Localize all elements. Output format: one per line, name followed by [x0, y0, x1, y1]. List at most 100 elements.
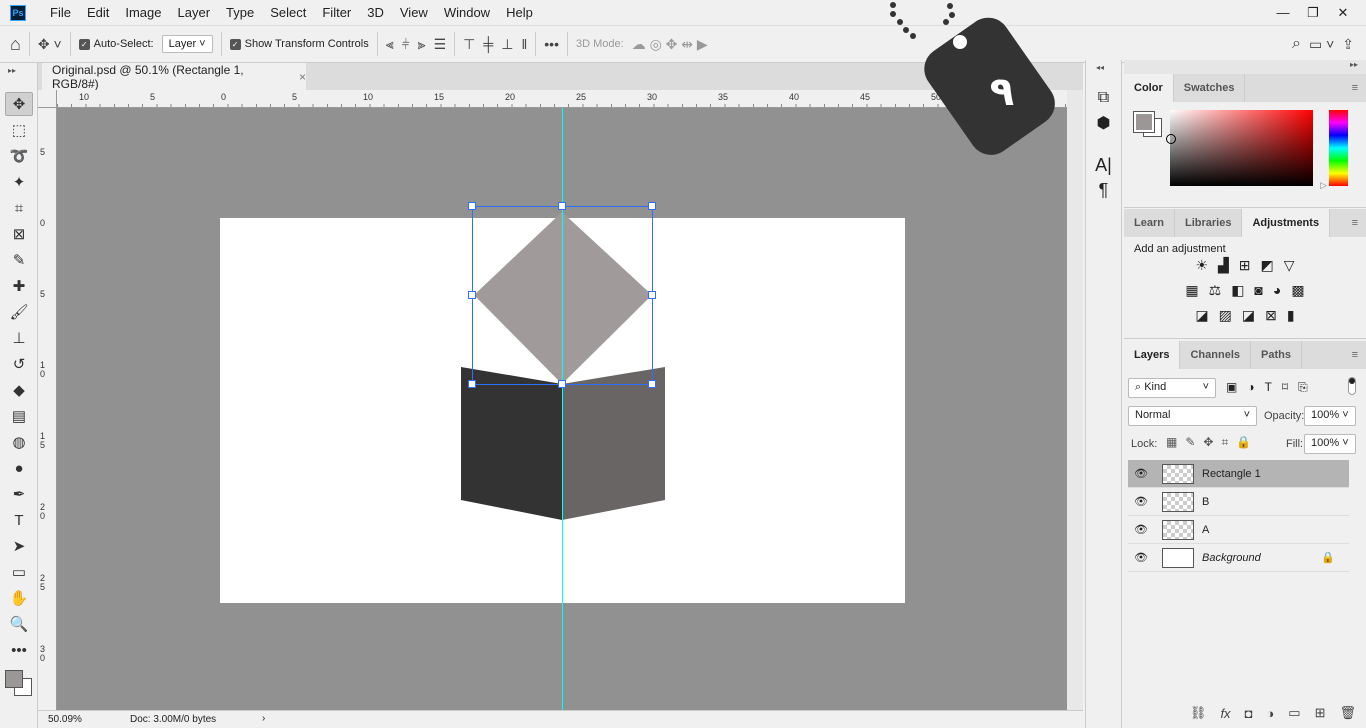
auto-select-checkbox[interactable]: ✓ Auto-Select:: [78, 38, 154, 50]
visibility-eye-icon[interactable]: 👁: [1128, 495, 1154, 508]
more-options-button[interactable]: •••: [544, 36, 559, 52]
more-tools[interactable]: •••: [5, 638, 33, 662]
levels-icon[interactable]: ▟: [1218, 257, 1229, 274]
posterize-icon[interactable]: ▨: [1219, 307, 1232, 324]
align-center-icon[interactable]: ⫩: [402, 36, 410, 53]
color-field[interactable]: [1166, 110, 1313, 186]
filter-toggle[interactable]: [1348, 377, 1356, 395]
3d-orbit-icon[interactable]: ☁ ◎ ✥ ⇹ ▶: [632, 36, 708, 53]
vertical-ruler[interactable]: 5 0 5 1 0 1 5 2 0 2 5 3 0: [38, 108, 57, 710]
move-tool[interactable]: ✥: [5, 92, 33, 116]
hue-slider[interactable]: [1329, 110, 1348, 186]
transform-handle[interactable]: [468, 202, 476, 210]
transform-handle[interactable]: [558, 380, 566, 388]
ruler-origin[interactable]: [38, 90, 57, 108]
visibility-eye-icon[interactable]: 👁: [1128, 467, 1154, 480]
frame-tool[interactable]: ⊠: [5, 222, 33, 246]
eraser-tool[interactable]: ◆: [5, 378, 33, 402]
panel-menu-icon[interactable]: ≡: [1352, 209, 1366, 237]
align-bottom-icon[interactable]: ⊥: [501, 36, 513, 53]
history-icon[interactable]: ⧉: [1086, 89, 1121, 107]
expand-icon[interactable]: ◂◂: [1086, 60, 1121, 75]
menu-image[interactable]: Image: [117, 5, 169, 20]
align-top-icon[interactable]: ⊤: [463, 36, 475, 53]
workspace-icon[interactable]: ▭ ˅: [1309, 36, 1334, 53]
layer-row[interactable]: 👁 Background 🔒: [1128, 544, 1349, 572]
type-tool[interactable]: T: [5, 508, 33, 532]
visibility-eye-icon[interactable]: 👁: [1128, 551, 1154, 564]
close-button[interactable]: ✕: [1328, 5, 1358, 21]
home-icon[interactable]: ⌂: [10, 34, 21, 55]
menu-type[interactable]: Type: [218, 5, 262, 20]
align-left-icon[interactable]: ⫷: [386, 36, 394, 53]
paragraph-icon[interactable]: ¶: [1086, 180, 1121, 201]
blur-tool[interactable]: ◍: [5, 430, 33, 454]
marquee-tool[interactable]: ⬚: [5, 118, 33, 142]
menu-3d[interactable]: 3D: [359, 5, 392, 20]
layer-filter-icons[interactable]: ▣◑T⌑⎘: [1226, 380, 1318, 395]
brightness-contrast-icon[interactable]: ☀: [1195, 257, 1208, 274]
layer-row[interactable]: 👁 A: [1128, 516, 1349, 544]
3d-panel-icon[interactable]: ⬢: [1086, 113, 1121, 133]
canvas-area[interactable]: [57, 108, 1067, 710]
lock-icons[interactable]: ▦✎✥⌗🔒: [1166, 435, 1259, 450]
collapse-icon[interactable]: ▸▸: [0, 63, 37, 90]
share-icon[interactable]: ⇪: [1342, 36, 1354, 53]
auto-select-dropdown[interactable]: Layer ˅: [161, 35, 213, 53]
black-white-icon[interactable]: ◧: [1231, 282, 1244, 299]
delete-layer-icon[interactable]: 🗑: [1339, 705, 1356, 721]
zoom-tool[interactable]: 🔍: [5, 612, 33, 636]
exposure-icon[interactable]: ◩: [1261, 257, 1274, 274]
transform-handle[interactable]: [468, 380, 476, 388]
rectangle-tool[interactable]: ▭: [5, 560, 33, 584]
transform-handle[interactable]: [648, 202, 656, 210]
menu-file[interactable]: File: [42, 5, 79, 20]
layer-row[interactable]: 👁 B: [1128, 488, 1349, 516]
menu-select[interactable]: Select: [262, 5, 314, 20]
crop-tool[interactable]: ⌗: [5, 196, 33, 220]
menu-edit[interactable]: Edit: [79, 5, 117, 20]
color-balance-icon[interactable]: ⚖: [1209, 282, 1222, 299]
tab-color[interactable]: Color: [1124, 74, 1174, 102]
distribute-vertical-icon[interactable]: ‖: [521, 36, 527, 52]
link-layers-icon[interactable]: ⛓: [1190, 705, 1207, 721]
brush-tool[interactable]: 🖌: [5, 300, 33, 324]
transform-handle[interactable]: [468, 291, 476, 299]
group-icon[interactable]: ▭: [1288, 705, 1300, 721]
magic-wand-tool[interactable]: ✦: [5, 170, 33, 194]
tab-layers[interactable]: Layers: [1124, 341, 1181, 369]
color-swatches[interactable]: [0, 664, 37, 704]
vertical-scrollbar[interactable]: [1067, 90, 1083, 710]
tab-learn[interactable]: Learn: [1124, 209, 1175, 237]
align-middle-icon[interactable]: ╪: [483, 36, 493, 52]
history-brush-tool[interactable]: ↺: [5, 352, 33, 376]
tab-swatches[interactable]: Swatches: [1174, 74, 1246, 102]
restore-button[interactable]: ❐: [1298, 5, 1328, 21]
hand-tool[interactable]: ✋: [5, 586, 33, 610]
vibrance-icon[interactable]: ▽: [1284, 257, 1295, 274]
transform-handle[interactable]: [558, 202, 566, 210]
pen-tool[interactable]: ✒: [5, 482, 33, 506]
foreground-color-swatch[interactable]: [5, 670, 23, 688]
hue-saturation-icon[interactable]: ▦: [1185, 282, 1198, 299]
book-right-page[interactable]: [562, 367, 665, 520]
threshold-icon[interactable]: ◪: [1242, 307, 1255, 324]
visibility-eye-icon[interactable]: 👁: [1128, 523, 1154, 536]
panel-menu-icon[interactable]: ≡: [1352, 341, 1366, 369]
minimize-button[interactable]: —: [1268, 5, 1298, 21]
menu-help[interactable]: Help: [498, 5, 541, 20]
dodge-tool[interactable]: ●: [5, 456, 33, 480]
new-layer-icon[interactable]: ⊞: [1315, 705, 1326, 721]
photo-filter-icon[interactable]: ◙: [1254, 282, 1262, 299]
color-lookup-icon[interactable]: ▩: [1291, 282, 1304, 299]
fx-icon[interactable]: fx: [1220, 706, 1230, 721]
expand-panels-icon[interactable]: ▸▸: [1124, 60, 1366, 74]
channel-mixer-icon[interactable]: ◕: [1273, 282, 1281, 299]
menu-filter[interactable]: Filter: [314, 5, 359, 20]
close-tab-icon[interactable]: ×: [299, 70, 306, 84]
healing-tool[interactable]: ✚: [5, 274, 33, 298]
search-icon[interactable]: ⌕: [1292, 35, 1301, 53]
blend-mode-dropdown[interactable]: Normal ˅: [1128, 406, 1257, 426]
curves-icon[interactable]: ⊞: [1239, 257, 1251, 274]
eyedropper-tool[interactable]: ✎: [5, 248, 33, 272]
